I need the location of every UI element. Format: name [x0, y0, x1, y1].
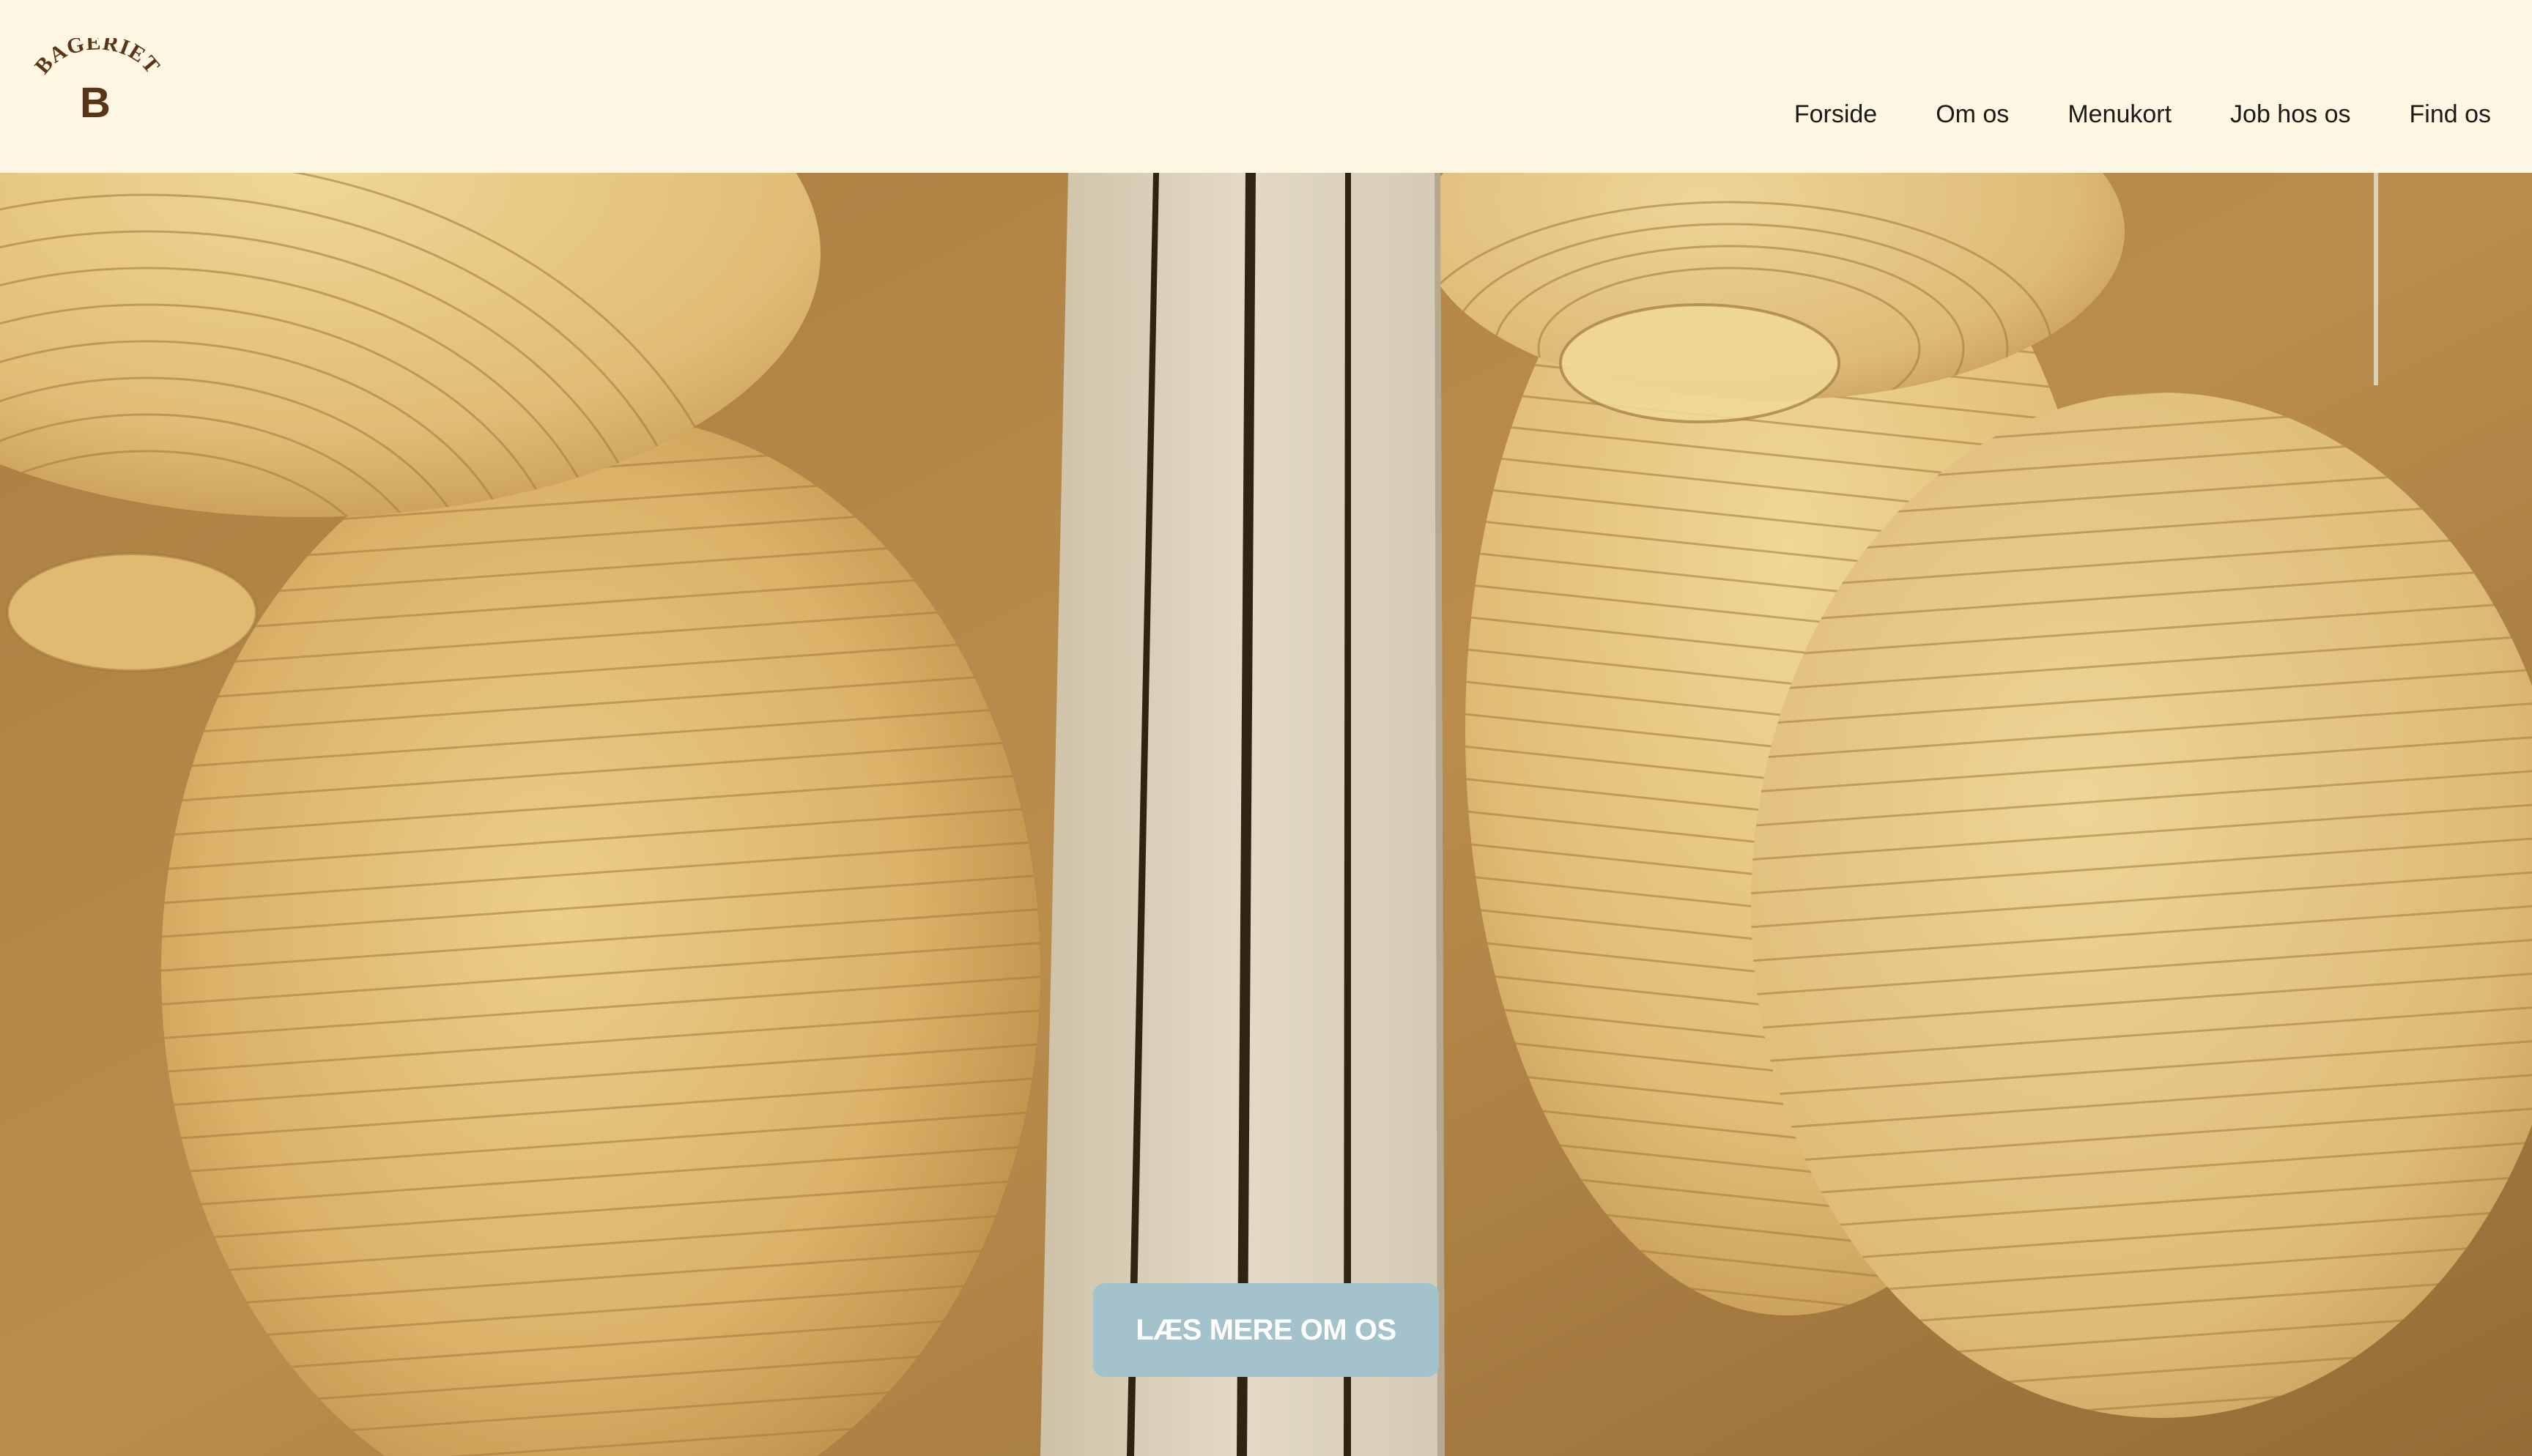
logo-monogram: B — [80, 79, 111, 120]
read-more-about-us-button[interactable]: LÆS MERE OM OS — [1093, 1283, 1439, 1377]
logo-graphic: BAGERIET B — [32, 38, 161, 120]
logo-wordmark: BAGERIET — [32, 38, 161, 78]
bageriet-b-logo-icon[interactable]: BAGERIET B — [32, 38, 161, 120]
nav-link-forside[interactable]: Forside — [1794, 97, 1877, 132]
nav-link-om-os[interactable]: Om os — [1936, 97, 2009, 132]
hero-section: LÆS MERE OM OS — [0, 173, 2532, 1456]
nav-link-menukort[interactable]: Menukort — [2068, 97, 2172, 132]
site-header: BAGERIET B Forside Om os Menukort Job ho… — [0, 0, 2532, 173]
svg-text:BAGERIET: BAGERIET — [32, 38, 161, 78]
hero-image-paper-lanterns — [0, 173, 2532, 1456]
nav-link-job-hos-os[interactable]: Job hos os — [2230, 97, 2350, 132]
nav-link-find-os[interactable]: Find os — [2410, 97, 2492, 132]
main-nav: Forside Om os Menukort Job hos os Find o… — [1794, 97, 2491, 132]
